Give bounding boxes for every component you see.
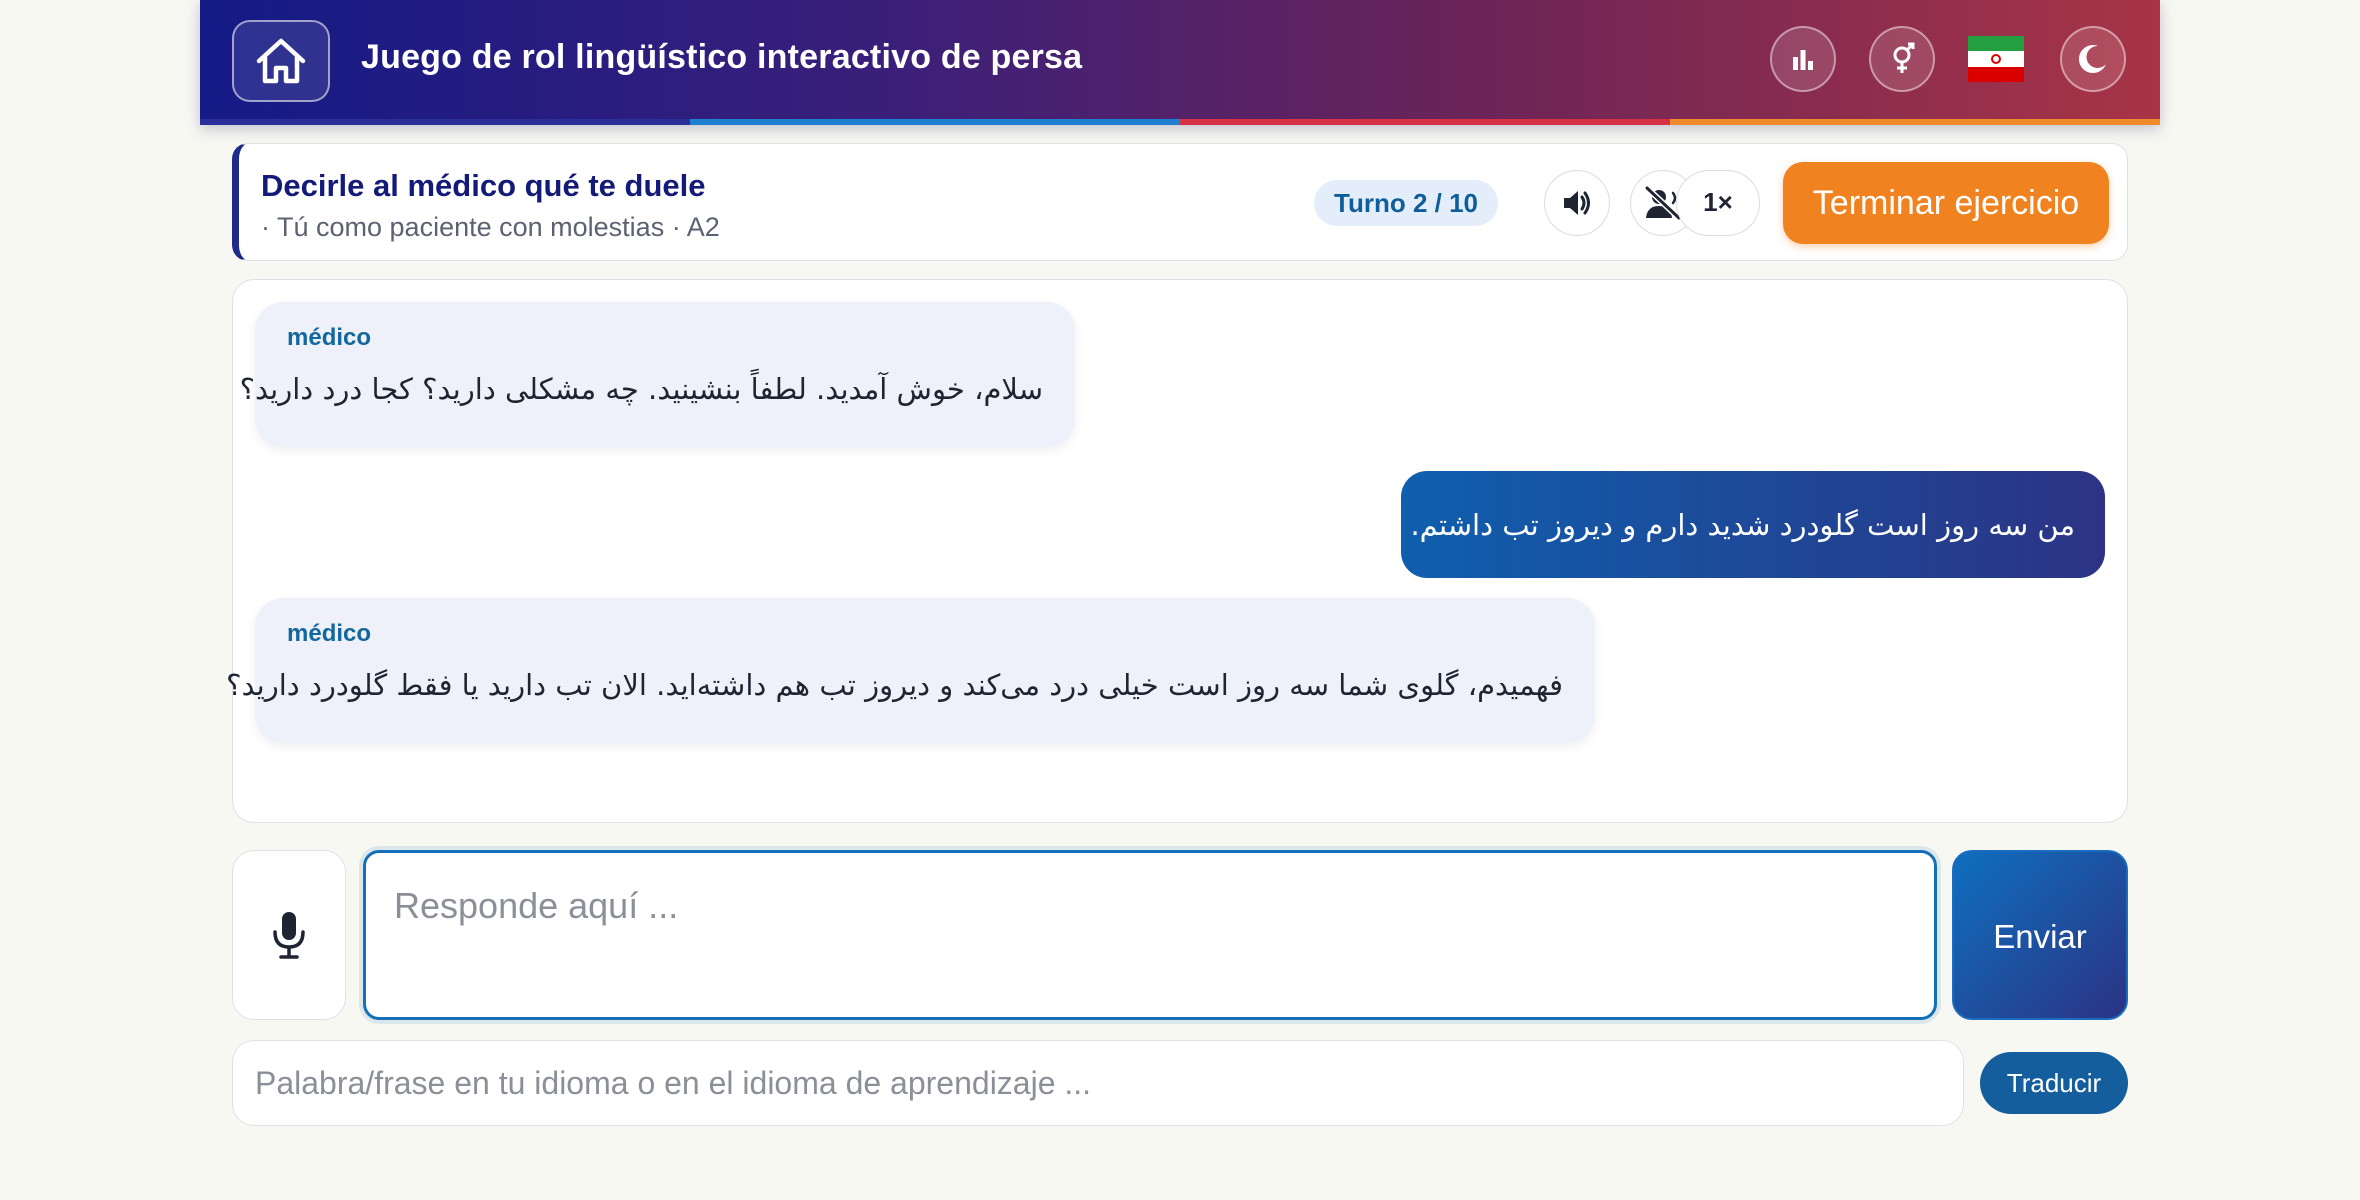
turn-counter-badge: Turno 2 / 10 (1314, 180, 1498, 226)
translate-button[interactable]: Traducir (1980, 1052, 2128, 1114)
scenario-bar: Decirle al médico qué te duele · Tú como… (232, 143, 2128, 261)
playback-speed-button[interactable]: 1× (1676, 170, 1760, 236)
message-text: من سه روز است گلودرد شدید دارم و دیروز ت… (1410, 507, 2075, 542)
microphone-icon (273, 912, 305, 959)
home-button[interactable] (232, 20, 330, 102)
reply-input[interactable] (363, 850, 1937, 1020)
translate-input[interactable] (232, 1040, 1964, 1126)
partner-message: médico فهمیدم، گلوی شما سه روز است خیلی … (226, 598, 1595, 743)
gender-button[interactable] (1869, 26, 1935, 92)
scenario-title: Decirle al médico qué te duele (261, 168, 706, 203)
send-button[interactable]: Enviar (1952, 850, 2128, 1020)
message-speaker: médico (287, 620, 372, 647)
bar-chart-icon (1793, 50, 1813, 70)
home-icon (256, 38, 306, 84)
chat-panel: médico سلام، خوش آمدید. لطفاً بنشینید. چ… (226, 279, 2128, 823)
gender-icon (1893, 42, 1915, 73)
language-flag[interactable] (1968, 36, 2024, 82)
speaker-icon (1564, 191, 1590, 215)
moon-icon (2078, 45, 2106, 74)
app-title: Juego de rol lingüístico interactivo de … (361, 38, 1083, 76)
message-text: سلام، خوش آمدید. لطفاً بنشینید. چه مشکلی… (239, 372, 1043, 406)
scenario-subtitle: · Tú como paciente con molestias · A2 (261, 212, 720, 242)
app-header: Juego de rol lingüístico interactivo de … (200, 0, 2160, 125)
header-color-stripe (200, 119, 2160, 125)
app-root: Juego de rol lingüístico interactivo de … (200, 0, 2160, 1200)
partner-message: médico سلام، خوش آمدید. لطفاً بنشینید. چ… (239, 302, 1075, 447)
message-text: فهمیدم، گلوی شما سه روز است خیلی درد می‌… (226, 668, 1563, 702)
microphone-button[interactable] (232, 850, 346, 1020)
message-speaker: médico (287, 324, 372, 351)
stats-button[interactable] (1770, 26, 1836, 92)
finish-exercise-button[interactable]: Terminar ejercicio (1783, 162, 2109, 244)
theme-toggle-button[interactable] (2060, 26, 2126, 92)
user-message: من سه روز است گلودرد شدید دارم و دیروز ت… (1401, 471, 2105, 578)
iran-flag-icon (1968, 36, 2024, 52)
audio-button[interactable] (1544, 170, 1610, 236)
